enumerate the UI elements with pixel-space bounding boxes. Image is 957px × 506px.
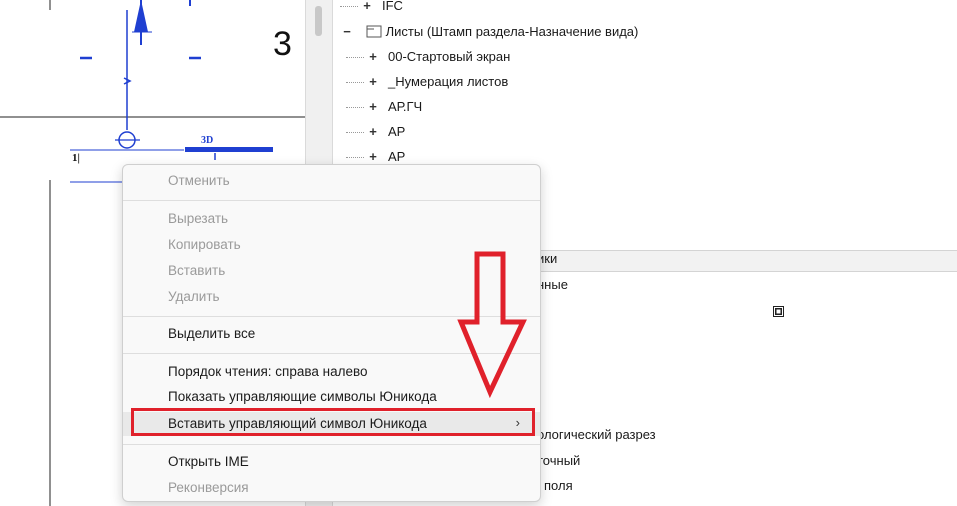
down-arrow-annotation xyxy=(457,251,527,399)
highlight-box-annotation xyxy=(131,408,535,436)
collapse-icon[interactable]: − xyxy=(342,22,352,42)
tree-item-label: _Нумерация листов xyxy=(388,74,509,89)
tree-item-label: IFC xyxy=(382,0,403,13)
tree-item-label: АР xyxy=(388,149,406,164)
tree-item-ar-gch[interactable]: + АР.ГЧ xyxy=(346,97,422,117)
expand-icon[interactable]: + xyxy=(368,72,378,92)
level-number: 3 xyxy=(273,25,292,63)
tree-connector xyxy=(346,82,364,84)
expand-icon[interactable]: + xyxy=(362,0,372,16)
menu-item-cut[interactable]: Вырезать xyxy=(168,208,228,230)
tree-connector xyxy=(346,57,364,59)
menu-item-copy[interactable]: Копировать xyxy=(168,234,241,256)
tree-connector xyxy=(340,6,358,8)
tree-item-ifc[interactable]: + IFC xyxy=(340,0,403,16)
text-edit-input[interactable]: 1| xyxy=(72,152,80,164)
tree-item-label: 00-Стартовый экран xyxy=(388,49,511,64)
property-row-label: точный xyxy=(537,453,581,468)
menu-separator xyxy=(123,444,540,445)
menu-item-paste[interactable]: Вставить xyxy=(168,260,225,282)
menu-item-show-unicode-control[interactable]: Показать управляющие символы Юникода xyxy=(168,386,437,408)
scrollbar-thumb[interactable] xyxy=(315,6,322,36)
property-row-label: ологический разрез xyxy=(537,427,656,442)
edit-type-icon[interactable] xyxy=(773,306,784,317)
menu-item-reconversion[interactable]: Реконверсия xyxy=(168,477,249,499)
tree-connector xyxy=(346,107,364,109)
expand-icon[interactable]: + xyxy=(368,122,378,142)
tree-item-sheets[interactable]: − Листы (Штамп раздела-Назначение вида) xyxy=(342,22,638,42)
tree-connector xyxy=(346,132,364,134)
tree-item-label: Листы (Штамп раздела-Назначение вида) xyxy=(385,24,639,39)
section-tag-label: 3D xyxy=(201,135,214,146)
property-row-label: нные xyxy=(537,277,568,292)
menu-separator xyxy=(123,200,540,201)
menu-item-open-ime[interactable]: Открыть IME xyxy=(168,451,249,473)
menu-item-rtl-reading-order[interactable]: Порядок чтения: справа налево xyxy=(168,361,368,383)
tree-item-start-screen[interactable]: +00-Стартовый экран xyxy=(346,47,510,67)
menu-item-select-all[interactable]: Выделить все xyxy=(168,323,255,345)
tree-connector xyxy=(346,157,364,159)
expand-icon[interactable]: + xyxy=(368,47,378,67)
tree-item-label: АР xyxy=(388,124,406,139)
sheet-folder-icon xyxy=(366,25,382,38)
tree-item-sheet-numbering[interactable]: + _Нумерация листов xyxy=(346,72,508,92)
tree-item-ar[interactable]: + АР xyxy=(346,122,405,142)
property-row-label: поля xyxy=(544,478,573,493)
menu-item-delete[interactable]: Удалить xyxy=(168,286,220,308)
tree-item-label: АР.ГЧ xyxy=(388,99,423,114)
menu-item-undo[interactable]: Отменить xyxy=(168,170,230,192)
expand-icon[interactable]: + xyxy=(368,97,378,117)
